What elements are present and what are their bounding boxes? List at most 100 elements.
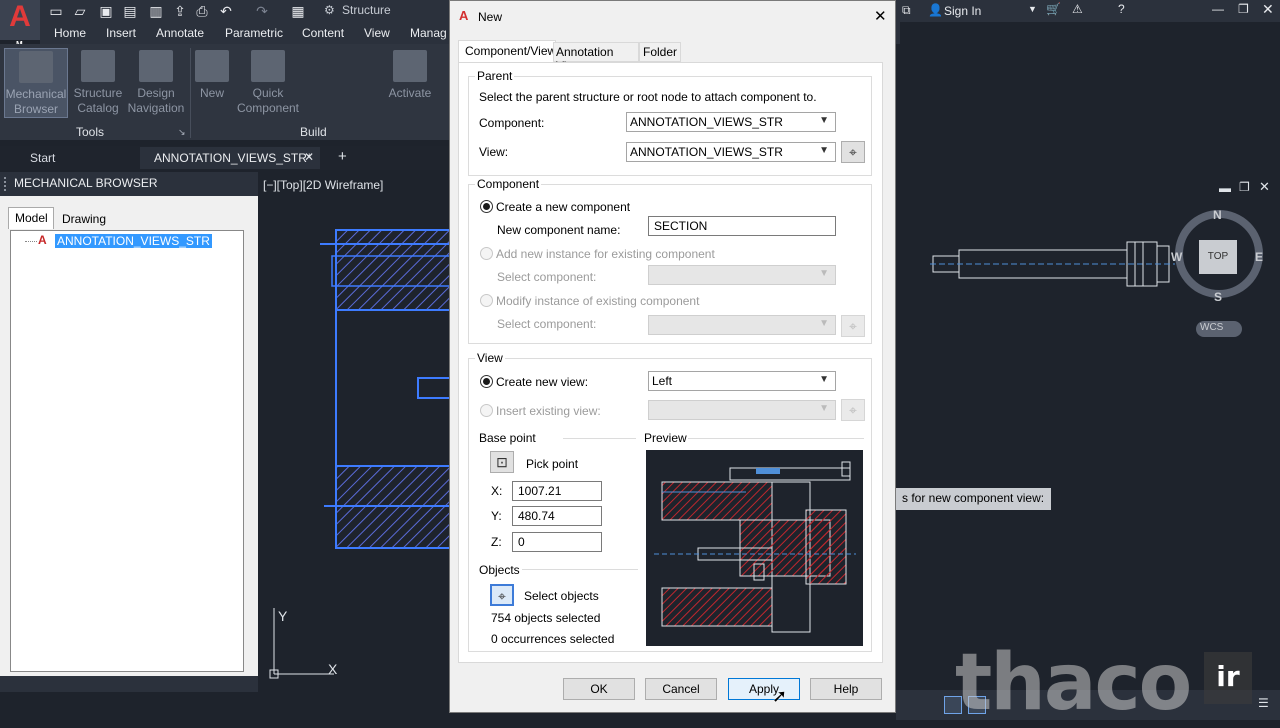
customize-menu-icon[interactable]: ☰ bbox=[1258, 696, 1269, 710]
x-label: X: bbox=[491, 484, 503, 498]
gear-icon[interactable]: ⚙ bbox=[324, 3, 335, 17]
binoculars-icon[interactable]: ⧉ bbox=[902, 3, 911, 18]
chevron-down-icon: ▼ bbox=[819, 374, 829, 385]
cancel-button[interactable]: Cancel bbox=[645, 678, 717, 700]
ok-button[interactable]: OK bbox=[563, 678, 635, 700]
objects-legend: Objects bbox=[479, 563, 520, 577]
instance-component-select[interactable]: ▼ bbox=[648, 315, 836, 335]
parent-view-select[interactable]: ANNOTATION_VIEWS_STR ▼ bbox=[626, 142, 836, 162]
close-tab-icon[interactable]: ✕ bbox=[304, 150, 314, 164]
new-component-button[interactable]: New bbox=[190, 48, 234, 118]
sign-in-link[interactable]: Sign In bbox=[944, 4, 981, 18]
tab-parametric[interactable]: Parametric bbox=[225, 26, 283, 40]
parent-component-select[interactable]: ANNOTATION_VIEWS_STR ▼ bbox=[626, 112, 836, 132]
existing-view-select[interactable]: ▼ bbox=[648, 400, 836, 420]
tab-manage[interactable]: Manag bbox=[410, 26, 447, 40]
tab-annotation-view[interactable]: Annotation View bbox=[553, 42, 639, 73]
tab-drawing[interactable]: Drawing bbox=[56, 210, 112, 230]
z-input[interactable]: 0 bbox=[512, 532, 602, 552]
new-file-icon[interactable]: ▭ bbox=[48, 3, 64, 19]
x-input[interactable]: 1007.21 bbox=[512, 481, 602, 501]
component-name-label: New component name: bbox=[497, 223, 621, 237]
create-view-radio[interactable] bbox=[480, 375, 493, 388]
modify-instance-radio[interactable] bbox=[480, 294, 493, 307]
restore-icon[interactable]: ❐ bbox=[1238, 2, 1249, 16]
compass-south[interactable]: S bbox=[1214, 290, 1222, 304]
tab-home[interactable]: Home bbox=[54, 26, 86, 40]
z-label: Z: bbox=[491, 535, 502, 549]
tab-current-document[interactable]: ANNOTATION_VIEWS_STR* bbox=[140, 147, 320, 169]
panel-grip-icon[interactable] bbox=[4, 177, 9, 191]
select-objects-button[interactable]: ⌖ bbox=[490, 584, 514, 606]
existing-component-select[interactable]: ▼ bbox=[648, 265, 836, 285]
viewcube-top-face[interactable]: TOP bbox=[1199, 240, 1237, 274]
close-app-icon[interactable]: ✕ bbox=[1262, 1, 1274, 18]
tab-annotate[interactable]: Annotate bbox=[156, 26, 204, 40]
select-component-label-1: Select component: bbox=[497, 270, 597, 284]
compass-west[interactable]: W bbox=[1171, 250, 1182, 264]
select-parent-view-button[interactable]: ⌖ bbox=[841, 141, 865, 163]
help-button[interactable]: Help bbox=[810, 678, 882, 700]
tab-folder[interactable]: Folder bbox=[639, 42, 681, 62]
add-instance-label: Add new instance for existing component bbox=[496, 247, 715, 261]
app-menu-button[interactable]: A M bbox=[0, 0, 40, 49]
minimize-icon[interactable]: — bbox=[1212, 2, 1224, 16]
save-all-icon[interactable]: ▥ bbox=[148, 3, 164, 19]
insert-view-radio[interactable] bbox=[480, 404, 493, 417]
component-legend: Component bbox=[475, 177, 542, 191]
tree-connector bbox=[25, 241, 37, 242]
help-icon[interactable]: ? bbox=[1118, 2, 1125, 16]
workspace-label[interactable]: Structure bbox=[342, 3, 391, 17]
activate-button[interactable]: Activate bbox=[384, 48, 436, 118]
view-type-select[interactable]: Left ▼ bbox=[648, 371, 836, 391]
create-component-radio[interactable] bbox=[480, 200, 493, 213]
cart-icon[interactable]: 🛒 bbox=[1046, 2, 1061, 16]
viewport-restore-icon[interactable]: ❐ bbox=[1239, 180, 1250, 194]
mechanical-browser-button[interactable]: Mechanical Browser bbox=[4, 48, 68, 118]
occurrences-selected-count: 0 occurrences selected bbox=[491, 632, 615, 646]
panel-title-tools: Tools bbox=[76, 125, 105, 139]
tab-content[interactable]: Content bbox=[302, 26, 344, 40]
chevron-down-icon: ▼ bbox=[819, 318, 829, 329]
cad-drawing-left: Y X bbox=[269, 229, 450, 679]
quick-component-button[interactable]: Quick Component bbox=[236, 48, 300, 118]
tab-component-view[interactable]: Component/View bbox=[458, 40, 556, 63]
wcs-menu[interactable]: WCS bbox=[1196, 321, 1242, 337]
objects-selected-count: 754 objects selected bbox=[491, 611, 601, 625]
tab-start[interactable]: Start bbox=[30, 151, 55, 165]
workspace-menu-icon[interactable]: ▦ bbox=[290, 3, 306, 19]
select-existing-view-button[interactable]: ⌖ bbox=[841, 399, 865, 421]
structure-catalog-button[interactable]: Structure Catalog bbox=[66, 48, 130, 118]
chevron-down-icon: ▼ bbox=[819, 268, 829, 279]
viewport-minimize-icon[interactable]: ▬ bbox=[1219, 181, 1231, 195]
design-navigation-button[interactable]: Design Navigation bbox=[124, 48, 188, 118]
new-tab-icon[interactable]: + bbox=[338, 148, 347, 165]
add-instance-radio[interactable] bbox=[480, 247, 493, 260]
redo-icon[interactable]: ↷ bbox=[254, 3, 270, 19]
modify-instance-label: Modify instance of existing component bbox=[496, 294, 700, 308]
dialog-close-icon[interactable]: ✕ bbox=[874, 7, 887, 25]
select-instance-button[interactable]: ⌖ bbox=[841, 315, 865, 337]
compass-east[interactable]: E bbox=[1255, 250, 1263, 264]
tab-view[interactable]: View bbox=[364, 26, 390, 40]
pick-point-button[interactable]: ⊡ bbox=[490, 451, 514, 473]
share-icon[interactable]: ⚠ bbox=[1072, 2, 1083, 16]
structure-catalog-icon bbox=[81, 50, 115, 82]
tree-node-root[interactable]: ANNOTATION_VIEWS_STR bbox=[55, 234, 212, 248]
open-file-icon[interactable]: ▱ bbox=[72, 3, 88, 19]
tab-insert[interactable]: Insert bbox=[106, 26, 136, 40]
panel-expand-icon[interactable]: ↘ bbox=[178, 127, 186, 138]
upload-icon[interactable]: ⇪ bbox=[172, 3, 188, 19]
undo-icon[interactable]: ↶ bbox=[218, 3, 234, 19]
save-as-icon[interactable]: ▤ bbox=[122, 3, 138, 19]
save-icon[interactable]: ▣ bbox=[98, 3, 114, 19]
divider bbox=[522, 569, 638, 570]
component-name-input[interactable]: SECTION bbox=[648, 216, 836, 236]
viewport-close-icon[interactable]: ✕ bbox=[1259, 179, 1270, 195]
tab-model[interactable]: Model bbox=[8, 207, 54, 229]
sign-in-dropdown-icon[interactable]: ▼ bbox=[1028, 4, 1037, 14]
y-input[interactable]: 480.74 bbox=[512, 506, 602, 526]
apply-button[interactable]: Apply bbox=[728, 678, 800, 700]
compass-north[interactable]: N bbox=[1213, 208, 1222, 222]
print-icon[interactable]: ⎙ bbox=[194, 3, 210, 19]
